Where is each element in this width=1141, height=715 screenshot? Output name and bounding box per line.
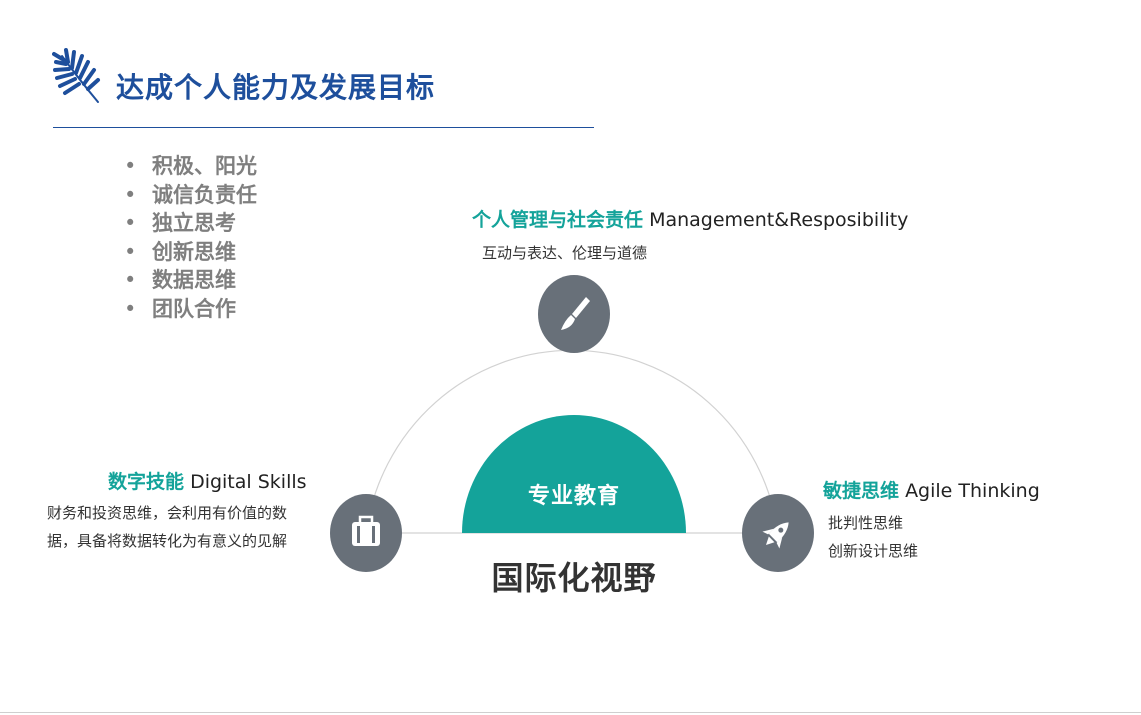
right-section-desc-line: 创新设计思维 [828,542,919,560]
top-section-desc: 互动与表达、伦理与道德 [482,244,648,262]
top-title-en: Management&Resposibility [649,209,909,231]
brush-icon [538,275,610,353]
left-title-zh: 数字技能 [108,471,185,493]
core-semicircle [462,415,686,533]
top-title-zh: 个人管理与社会责任 [472,209,644,231]
right-title-en: Agile Thinking [905,480,1040,502]
top-section-title: 个人管理与社会责任 Management&Resposibility [472,205,908,232]
core-label: 专业教育 [527,484,620,509]
right-section-desc-line: 批判性思维 [828,514,904,532]
right-title-zh: 敏捷思维 [823,480,900,502]
competency-diagram [330,275,814,572]
left-title-en: Digital Skills [190,471,307,493]
rocket-icon [742,494,814,572]
slide-bottom-border [0,712,1141,713]
slide: 达成个人能力及发展目标 • 积极、阳光 • 诚信负责任 • 独立思考 • 创新思维 • 数… [0,0,1141,715]
left-section-desc-line: 据，具备将数据转化为有意义的见解 [47,532,288,550]
right-section-title: 敏捷思维 Agile Thinking [823,476,1040,503]
left-section-title: 数字技能 Digital Skills [108,467,307,494]
briefcase-icon [330,494,402,572]
left-section-desc-line: 财务和投资思维，会利用有价值的数 [47,504,288,522]
foundation-label: 国际化视野 [491,559,657,597]
